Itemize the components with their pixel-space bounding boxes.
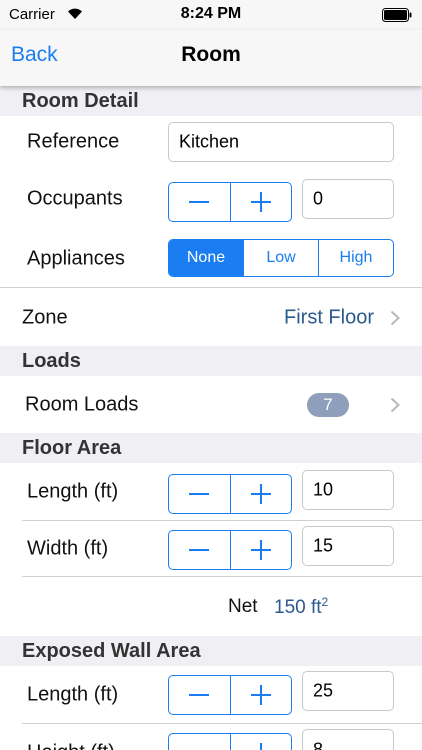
battery-icon — [382, 8, 412, 22]
wall-height-stepper — [168, 733, 292, 750]
floor-length-value: 10 — [313, 479, 334, 500]
wall-height-value: 8 — [313, 739, 324, 750]
zone-row[interactable]: Zone First Floor — [0, 289, 422, 346]
section-title: Room Detail — [22, 90, 139, 112]
section-title: Floor Area — [22, 437, 122, 459]
floor-width-label: Width (ft) — [27, 537, 109, 560]
floor-net-unit-power: 2 — [321, 594, 329, 609]
row-divider — [0, 287, 422, 288]
floor-net-value: 150 ft2 — [274, 594, 328, 618]
reference-field[interactable]: Kitchen — [168, 122, 394, 162]
minus-icon — [189, 493, 210, 495]
section-header-exposed-wall-area: Exposed Wall Area — [0, 636, 422, 666]
plus-icon — [250, 540, 271, 560]
plus-icon — [250, 192, 271, 212]
floor-length-row: Length (ft) 10 — [0, 463, 422, 521]
minus-icon — [189, 694, 210, 696]
wall-length-increment-button[interactable] — [229, 676, 292, 714]
appliances-label: Appliances — [27, 247, 125, 270]
section-title: Exposed Wall Area — [22, 640, 201, 662]
floor-net-label: Net — [228, 595, 258, 617]
plus-icon — [250, 685, 271, 705]
appliances-option-none[interactable]: None — [169, 240, 243, 276]
navigation-bar: Back Room — [0, 30, 422, 86]
room-loads-label: Room Loads — [25, 393, 139, 415]
count-badge: 7 — [307, 392, 349, 417]
floor-width-decrement-button[interactable] — [169, 531, 230, 569]
appliances-option-high[interactable]: High — [318, 240, 393, 276]
occupants-increment-button[interactable] — [229, 183, 292, 221]
floor-width-stepper — [168, 530, 292, 570]
minus-icon — [189, 549, 210, 551]
page-title: Room — [181, 43, 241, 66]
plus-icon — [250, 484, 271, 504]
floor-length-stepper — [168, 474, 292, 514]
wall-height-row: Height (ft) 8 — [0, 724, 422, 750]
floor-net-row: Net 150 ft2 — [0, 577, 422, 636]
floor-width-increment-button[interactable] — [229, 531, 292, 569]
wall-height-field[interactable]: 8 — [302, 729, 394, 750]
zone-value: First Floor — [284, 306, 374, 328]
wall-height-increment-button[interactable] — [229, 734, 292, 750]
section-header-loads: Loads — [0, 346, 422, 376]
plus-icon — [259, 743, 262, 750]
occupants-label: Occupants — [27, 187, 123, 210]
chevron-right-icon — [390, 397, 400, 412]
status-time: 8:24 PM — [180, 5, 242, 22]
floor-width-row: Width (ft) 15 — [0, 521, 422, 577]
occupants-row: Occupants 0 — [0, 168, 422, 230]
floor-length-increment-button[interactable] — [229, 475, 292, 513]
minus-icon — [189, 201, 210, 203]
floor-width-field[interactable]: 15 — [302, 526, 394, 566]
floor-length-label: Length (ft) — [27, 480, 119, 503]
wall-length-row: Length (ft) 25 — [0, 666, 422, 724]
occupants-field[interactable]: 0 — [302, 179, 394, 219]
wall-length-value: 25 — [313, 680, 334, 701]
occupants-stepper — [168, 182, 292, 222]
floor-width-value: 15 — [313, 535, 334, 556]
wall-length-label: Length (ft) — [27, 683, 119, 706]
reference-row: Reference Kitchen — [0, 116, 422, 168]
wall-height-label: Height (ft) — [27, 742, 115, 750]
zone-label: Zone — [22, 306, 68, 328]
occupants-value: 0 — [313, 188, 324, 209]
appliances-segmented-control: None Low High — [168, 239, 394, 277]
floor-length-field[interactable]: 10 — [302, 470, 394, 510]
section-header-room-detail: Room Detail — [0, 86, 422, 116]
reference-label: Reference — [27, 130, 120, 153]
occupants-decrement-button[interactable] — [169, 183, 230, 221]
wall-length-field[interactable]: 25 — [302, 671, 394, 711]
wall-length-stepper — [168, 675, 292, 715]
appliances-option-low[interactable]: Low — [243, 240, 318, 276]
reference-value: Kitchen — [179, 131, 240, 152]
appliances-row: Appliances None Low High — [0, 230, 422, 288]
section-header-floor-area: Floor Area — [0, 433, 422, 463]
wall-length-decrement-button[interactable] — [169, 676, 230, 714]
status-bar: Carrier 8:24 PM — [0, 0, 422, 30]
wall-height-decrement-button[interactable] — [169, 734, 230, 750]
section-title: Loads — [22, 350, 81, 372]
chevron-right-icon — [390, 310, 400, 325]
floor-net-amount: 150 ft — [274, 596, 322, 618]
room-loads-row[interactable]: Room Loads 7 — [0, 376, 422, 433]
floor-length-decrement-button[interactable] — [169, 475, 230, 513]
